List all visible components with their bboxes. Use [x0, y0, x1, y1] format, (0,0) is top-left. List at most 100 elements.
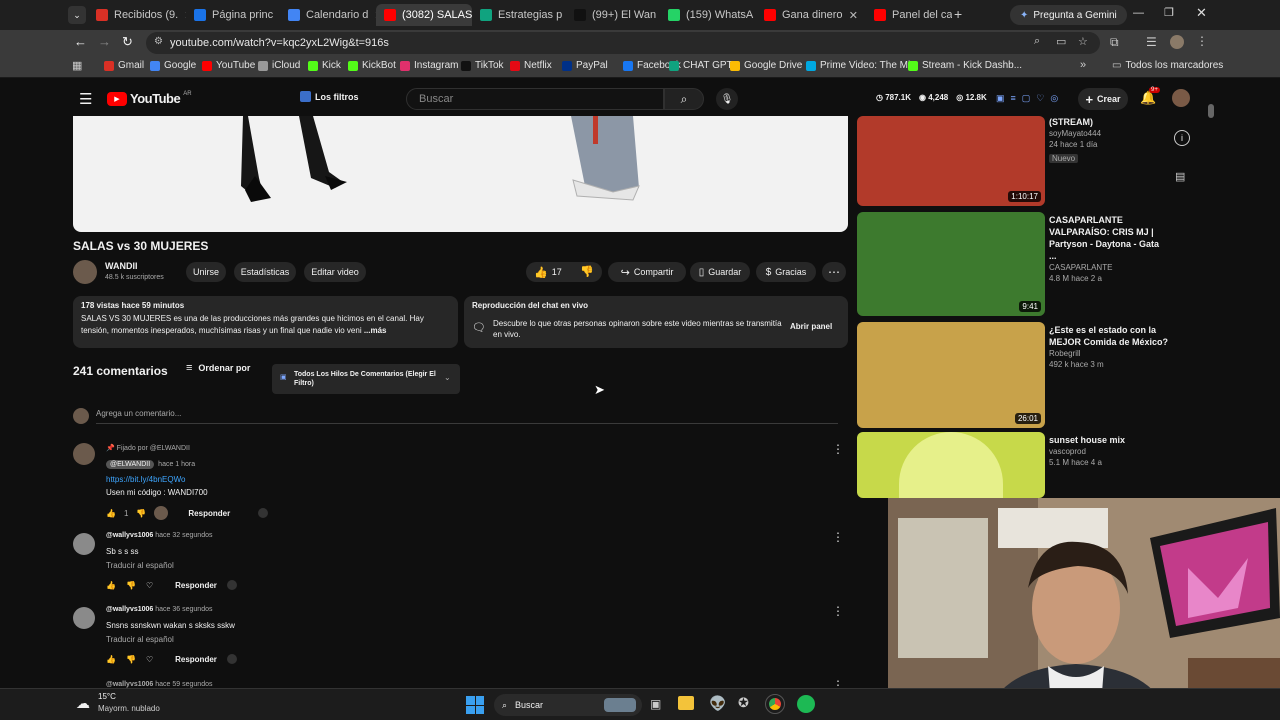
comment-menu-icon[interactable]: ⋮ [832, 442, 844, 456]
bookmark-item[interactable]: Google Drive [730, 60, 802, 71]
filters-button[interactable]: Los filtros [300, 91, 359, 102]
browser-tab[interactable]: Calendario d✕ [280, 4, 376, 26]
comment-author[interactable]: @wallyvs1006 [106, 681, 153, 688]
browser-tab[interactable]: Panel del can✕ [866, 4, 952, 26]
file-explorer-icon[interactable] [678, 696, 694, 710]
weather-icon[interactable]: ☁ [76, 695, 90, 712]
bookmark-item[interactable]: Prime Video: The Mi... [806, 60, 919, 71]
translate-link[interactable]: Traducir al español [106, 561, 174, 570]
like-icon[interactable]: 👍 [534, 266, 548, 279]
search-button[interactable]: ⌕ [664, 88, 704, 110]
create-button[interactable]: + Crear [1078, 88, 1128, 110]
heart-icon[interactable]: ♡ [146, 655, 153, 664]
dislike-icon[interactable]: 👎 [126, 655, 136, 664]
reply-button[interactable]: Responder [175, 655, 217, 664]
restore-icon[interactable]: ❐ [1164, 6, 1174, 19]
chat-bubble-icon[interactable]: ▤ [1175, 170, 1185, 183]
comment-link[interactable]: https://bit.ly/4bnEQWo [106, 475, 185, 484]
spotify-icon[interactable] [797, 695, 815, 713]
share-button[interactable]: ↪ Compartir [608, 262, 686, 282]
related-video-info[interactable]: (STREAM) soyMayato444 24 hace 1 día Nuevo [1049, 116, 1169, 164]
browser-menu-icon[interactable]: ⋮ [1196, 34, 1208, 48]
related-thumbnail[interactable]: 1:10:17 [857, 116, 1045, 206]
tab-list-icon[interactable]: ⌄ [68, 6, 86, 24]
translate-link[interactable]: Traducir al español [106, 635, 174, 644]
reload-icon[interactable]: ↻ [122, 34, 133, 50]
bookmark-item[interactable]: Gmail [104, 60, 144, 71]
like-icon[interactable]: 👍 [106, 581, 116, 590]
account-avatar[interactable] [1172, 89, 1190, 107]
site-info-icon[interactable]: ⚙ [154, 36, 163, 47]
related-thumbnail[interactable]: 9:41 [857, 212, 1045, 316]
join-button[interactable]: Unirse [186, 262, 226, 282]
related-video-info[interactable]: CASAPARLANTE VALPARAÍSO: CRIS MJ | Party… [1049, 214, 1169, 284]
dislike-icon[interactable]: 👎 [580, 265, 594, 278]
bookmark-item[interactable]: iCloud [258, 60, 300, 71]
youtube-logo[interactable]: ▶ YouTube AR [107, 91, 192, 106]
minimize-icon[interactable]: — [1133, 7, 1144, 19]
voice-search-icon[interactable]: 🎙 [716, 88, 738, 110]
bookmark-item[interactable]: Netflix [510, 60, 552, 71]
reading-list-icon[interactable]: ☰ [1146, 35, 1157, 49]
extensions-icon[interactable]: ⧉ [1110, 35, 1119, 50]
search-input[interactable]: Buscar [406, 88, 664, 110]
browser-tab[interactable]: (159) WhatsA✕ [660, 4, 756, 26]
related-video-info[interactable]: ¿Este es el estado con la MEJOR Comida d… [1049, 324, 1169, 370]
comment-filter-select[interactable]: ▣ Todos Los Hilos De Comentarios (Elegir… [272, 364, 460, 394]
task-view-icon[interactable]: ▣ [650, 697, 661, 711]
info-icon[interactable]: i [1174, 130, 1190, 146]
comment-menu-icon[interactable]: ⋮ [832, 530, 844, 544]
bookmark-star-icon[interactable]: ☆ [1078, 35, 1088, 48]
apps-grid-icon[interactable]: ▦ [72, 59, 82, 72]
start-button[interactable] [466, 696, 484, 714]
address-bar[interactable]: ⚙ youtube.com/watch?v=kqc2yxL2Wig&t=916s… [146, 32, 1100, 54]
all-bookmarks[interactable]: ▭ Todos los marcadores [1112, 60, 1223, 71]
analytics-button[interactable]: Estadísticas [234, 262, 296, 282]
page-scrollbar[interactable] [1208, 104, 1214, 118]
bookmark-item[interactable]: Instagram [400, 60, 458, 71]
bookmark-item[interactable]: Kick [308, 60, 341, 71]
description-box[interactable]: 178 vistas hace 59 minutos SALAS VS 30 M… [73, 296, 458, 348]
reply-button[interactable]: Responder [188, 509, 230, 518]
extension-icons[interactable]: ▣≡▢♡◎ [996, 93, 1064, 104]
dislike-icon[interactable]: 👎 [136, 509, 146, 518]
channel-name[interactable]: WANDII [105, 261, 138, 271]
comment-author[interactable]: @wallyvs1006 [106, 532, 153, 539]
comment-menu-icon[interactable]: ⋮ [832, 604, 844, 618]
related-video-info[interactable]: sunset house mix vascoprod 5.1 M hace 4 a [1049, 434, 1169, 468]
chrome-icon[interactable] [765, 694, 785, 714]
video-player[interactable] [73, 116, 848, 232]
comment-author[interactable]: @ELWANDII [106, 460, 155, 469]
discord-app-icon[interactable]: ✪ [738, 695, 749, 711]
like-icon[interactable]: 👍 [106, 509, 116, 518]
taskbar-search[interactable]: ⌕ Buscar [494, 694, 642, 716]
browser-tab[interactable]: Estrategias p✕ [472, 4, 566, 26]
bookmark-item[interactable]: KickBot [348, 60, 396, 71]
close-tab-icon[interactable]: ✕ [849, 9, 858, 22]
back-icon[interactable]: ← [74, 34, 87, 49]
dislike-icon[interactable]: 👎 [126, 581, 136, 590]
bookmark-item[interactable]: Stream - Kick Dashb... [908, 60, 1022, 71]
browser-tab[interactable]: Recibidos (9.✕ [88, 4, 186, 26]
channel-avatar[interactable] [73, 260, 97, 284]
more-actions-icon[interactable]: ⋯ [822, 262, 846, 282]
browser-tab[interactable]: Gana dinero ✕ [756, 4, 866, 26]
bookmark-item[interactable]: Google [150, 60, 196, 71]
profile-avatar[interactable] [1170, 35, 1184, 49]
sort-comments-button[interactable]: ≡ Ordenar por [186, 362, 250, 374]
gemini-button[interactable]: ✦ Pregunta a Gemini [1010, 5, 1127, 25]
save-button[interactable]: ▯ Guardar [690, 262, 750, 282]
edit-video-button[interactable]: Editar video [304, 262, 366, 282]
close-window-icon[interactable]: ✕ [1196, 5, 1207, 21]
open-panel-button[interactable]: Abrir panel [790, 322, 832, 331]
browser-tab[interactable]: Página princ✕ [186, 4, 280, 26]
browser-tab[interactable]: (99+) El Wan✕ [566, 4, 660, 26]
bookmark-item[interactable]: TikTok [461, 60, 504, 71]
thanks-button[interactable]: $ Gracias [756, 262, 816, 282]
forward-icon[interactable]: → [98, 34, 111, 49]
menu-hamburger-icon[interactable]: ☰ [79, 90, 92, 108]
new-tab-icon[interactable]: + [954, 6, 962, 22]
comment-author[interactable]: @wallyvs1006 [106, 606, 153, 613]
zoom-icon[interactable]: ⌕ [1034, 35, 1040, 48]
description-more[interactable]: ...más [364, 326, 387, 335]
